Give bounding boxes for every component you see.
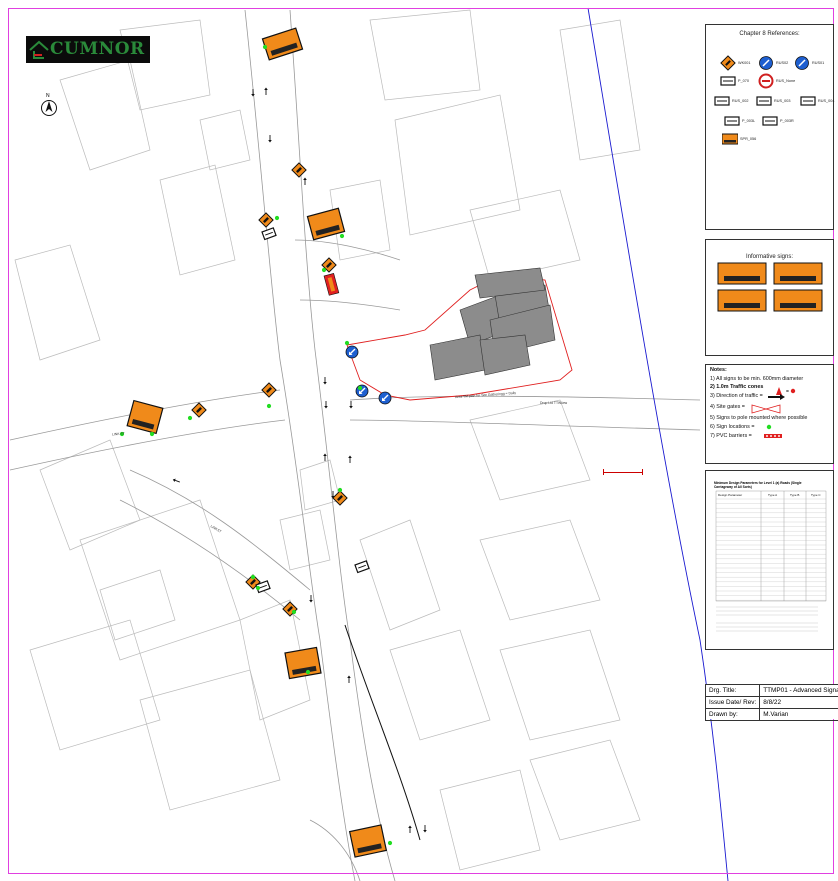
cumnor-logo: CUMNOR <box>26 36 150 63</box>
north-arrow-icon: N <box>40 93 58 116</box>
site-gate-icon <box>751 404 781 414</box>
informative-panel: Informative signs: <box>705 239 834 356</box>
reference-label: P_070 <box>738 79 749 83</box>
title-label: Drg. Title: <box>704 684 761 697</box>
road-label-c: Drop Ltd TTW/ww <box>540 401 568 405</box>
reference-label: RUS_None <box>776 79 796 83</box>
reference-label: P_003R <box>780 119 794 123</box>
road-narrows-left-icon <box>756 96 772 106</box>
cone-icon: = <box>776 387 796 395</box>
table-header-a: Type A <box>768 493 777 497</box>
issue-value: 8/8/22 <box>759 696 838 709</box>
no-entry-sign-icon <box>758 73 774 89</box>
title-row: Drg. Title:TTMP01 - Advanced Signage <box>704 684 838 697</box>
design-parameters-panel: Minimum Design Parameters for Level 1 (a… <box>705 470 834 650</box>
notes-panel: Notes: 1) All signs to be min. 600mm dia… <box>705 364 834 464</box>
drawn-value: M.Varian <box>759 708 838 721</box>
informative-signs <box>717 262 823 312</box>
road-narrows-sign-icon <box>714 96 730 106</box>
notes-legend-symbols: = <box>751 387 796 438</box>
reference-item: WK001 <box>720 55 760 71</box>
design-parameters-table: Design Parameter Type A Type B Type C <box>715 490 827 632</box>
issue-label: Issue Date/ Rev: <box>704 696 761 709</box>
reference-label: WK001 <box>738 61 751 65</box>
roadworks-sign-icon <box>720 55 736 71</box>
reference-item: RUS_002 <box>714 93 754 109</box>
reference-label: RUS_003 <box>774 99 791 103</box>
drawn-label: Drawn by: <box>704 708 761 721</box>
table-header-b: Type B <box>790 493 799 497</box>
reference-label: RUS01 <box>812 61 825 65</box>
reference-item: P_003R <box>762 113 802 129</box>
references-panel: Chapter 8 References: WK001 RUS02 RUS01 P_0… <box>705 24 834 230</box>
informative-title: Informative signs: <box>745 254 794 260</box>
road-narrows-right-icon <box>800 96 816 106</box>
reference-label: RUS_002 <box>732 99 749 103</box>
arrow-left-plate-icon <box>724 116 740 126</box>
reference-item: P_070 <box>720 73 760 89</box>
info-plate-icon <box>720 76 736 86</box>
drawn-row: Drawn by: M.Varian <box>704 708 838 721</box>
reference-item: RUS_None <box>758 73 798 89</box>
issue-row: Issue Date/ Rev: 8/8/22 <box>704 696 838 709</box>
pvc-barrier-icon <box>764 434 782 438</box>
title-block: Drg. Title:TTMP01 - Advanced Signage Iss… <box>704 684 838 721</box>
reference-label: RUS_004 <box>818 99 835 103</box>
reference-label: P_003L <box>742 119 756 123</box>
reference-label: SPR_056 <box>740 137 757 141</box>
reference-item: RUS01 <box>794 55 834 71</box>
table-header-c: Type C <box>811 493 821 497</box>
reference-item: P_003L <box>724 113 764 129</box>
reference-item: RUS_003 <box>756 93 796 109</box>
svg-text:=: = <box>786 389 789 395</box>
logo-mark-icon <box>29 40 49 59</box>
site-entrance-board-icon <box>722 133 738 145</box>
keep-right-sign-icon <box>795 56 809 70</box>
reference-item: SPR_056 <box>722 131 762 147</box>
logo-text: CUMNOR <box>50 39 145 59</box>
reference-item: RUS02 <box>758 55 798 71</box>
reference-item: RUS_004 <box>800 93 838 109</box>
references-title: Chapter 8 References: <box>739 31 800 37</box>
title-value: TTMP01 - Advanced Signage <box>759 684 838 697</box>
reference-label: RUS02 <box>776 61 789 65</box>
location-dot-icon <box>766 424 772 430</box>
arrow-right-plate-icon <box>762 116 778 126</box>
table-header-param: Design Parameter <box>718 493 742 497</box>
drawing-sheet: CUMNOR N Chapter 8 References: WK001 RUS0… <box>0 0 838 881</box>
keep-left-sign-icon <box>759 56 773 70</box>
